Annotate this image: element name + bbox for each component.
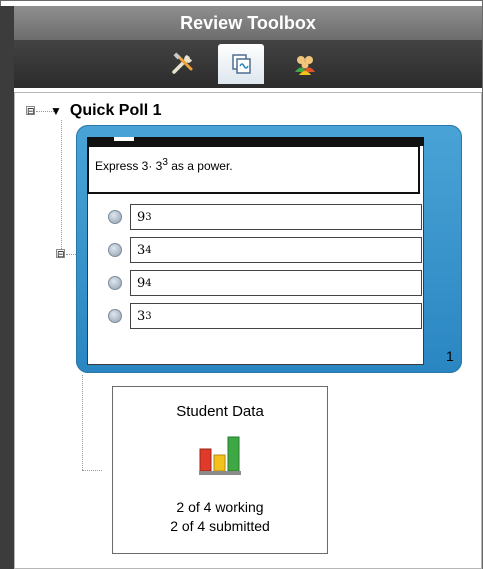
question-suffix: as a power. xyxy=(167,159,233,173)
poll-question: Express 3· 33 as a power. xyxy=(87,145,420,194)
answer-choice[interactable]: 33 xyxy=(108,302,422,330)
radio-button-icon[interactable] xyxy=(108,243,122,257)
tree-connector xyxy=(61,120,62,255)
student-data-title: Student Data xyxy=(176,403,264,420)
page-count: 1 xyxy=(446,348,454,364)
answer-value: 33 xyxy=(130,303,422,329)
answer-choice[interactable]: 94 xyxy=(108,269,422,297)
toolbox-tabbar xyxy=(14,40,482,88)
poll-page-tab xyxy=(114,137,134,141)
answer-choice[interactable]: 93 xyxy=(108,203,422,231)
class-icon xyxy=(295,56,315,75)
tools-icon xyxy=(172,52,193,74)
tab-tools[interactable] xyxy=(160,44,206,84)
answer-exponent: 4 xyxy=(145,277,152,289)
answer-value: 94 xyxy=(130,270,422,296)
answer-exponent: 4 xyxy=(145,244,152,256)
triangle-down-icon: ▼ xyxy=(50,104,62,118)
answer-base: 9 xyxy=(137,275,146,291)
radio-button-icon[interactable] xyxy=(108,276,122,290)
answer-base: 3 xyxy=(137,308,146,324)
answer-value: 34 xyxy=(130,237,422,263)
panel-title: Review Toolbox xyxy=(14,6,482,41)
radio-button-icon[interactable] xyxy=(108,210,122,224)
poll-title: Quick Poll 1 xyxy=(69,102,162,119)
student-data-card[interactable]: Student Data 2 of 4 working 2 of 4 submi… xyxy=(112,386,328,554)
answer-base: 3 xyxy=(137,242,146,258)
tab-review[interactable] xyxy=(218,44,264,84)
collapse-poll-toggle[interactable]: ⊟ xyxy=(26,106,35,116)
collapse-answers-toggle[interactable]: ⊟ xyxy=(56,249,65,259)
answer-choice[interactable]: 34 xyxy=(108,236,422,264)
tab-class[interactable] xyxy=(282,44,328,84)
answer-base: 9 xyxy=(137,209,146,225)
tree-connector xyxy=(82,470,102,471)
radio-button-icon[interactable] xyxy=(108,309,122,323)
answer-exponent: 3 xyxy=(145,211,152,223)
answer-exponent: 3 xyxy=(145,310,152,322)
question-prefix: Express 3· 3 xyxy=(95,159,163,173)
panel-edge xyxy=(0,6,14,569)
tree-connector xyxy=(82,375,83,470)
submitted-count: 2 of 4 submitted xyxy=(170,518,270,534)
review-pages-icon xyxy=(232,54,251,74)
answer-value: 93 xyxy=(130,204,422,230)
working-count: 2 of 4 working xyxy=(176,499,264,515)
poll-tree-item[interactable]: ▼ Quick Poll 1 xyxy=(50,100,161,122)
bar-chart-icon xyxy=(199,436,241,475)
